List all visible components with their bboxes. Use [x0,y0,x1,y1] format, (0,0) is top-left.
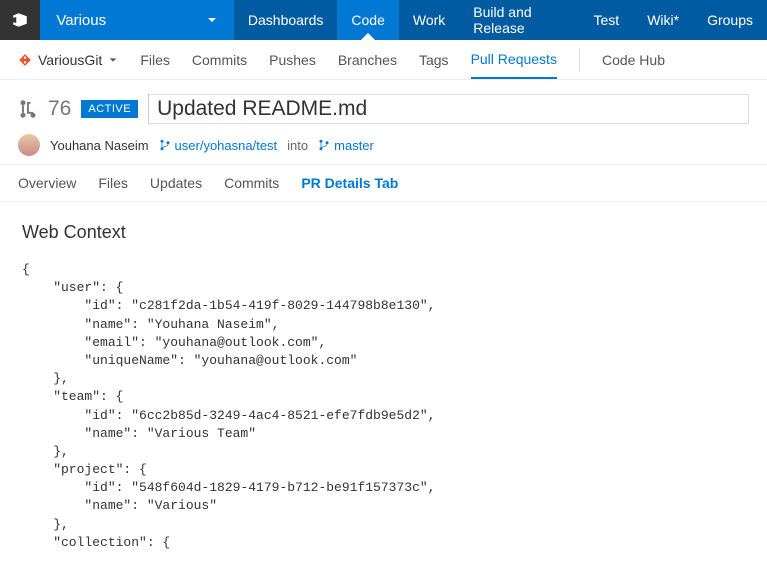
top-tab-groups[interactable]: Groups [693,0,767,40]
subnav-commits[interactable]: Commits [192,42,247,78]
subnav-pull-requests[interactable]: Pull Requests [471,41,557,79]
branch-icon [318,139,330,151]
web-context-json: { "user": { "id": "c281f2da-1b54-419f-80… [22,261,745,552]
project-name: Various [56,12,196,29]
top-tabs: DashboardsCodeWorkBuild and ReleaseTestW… [234,0,767,40]
pr-tabs: Overview Files Updates Commits PR Details Ta… [0,165,767,202]
avatar [18,134,40,156]
top-tab-code[interactable]: Code [337,0,398,40]
pr-header: 76 ACTIVE Updated README.md Youhana Nase… [0,80,767,165]
global-nav: Various DashboardsCodeWorkBuild and Rele… [0,0,767,40]
top-tab-build-and-release[interactable]: Build and Release [459,0,579,40]
code-hub-link[interactable]: Code Hub [602,42,665,78]
pr-tab-commits[interactable]: Commits [224,175,279,201]
pr-tab-files[interactable]: Files [98,175,128,201]
top-tab-test[interactable]: Test [580,0,634,40]
top-tab-dashboards[interactable]: Dashboards [234,0,338,40]
pr-tab-pr-details-tab[interactable]: PR Details Tab [301,175,398,201]
section-title: Web Context [22,222,745,243]
chevron-down-icon [108,55,118,65]
git-repo-icon [18,53,32,67]
pull-request-icon [18,99,38,119]
into-label: into [287,138,308,153]
subnav-pushes[interactable]: Pushes [269,42,316,78]
pr-details-panel: Web Context { "user": { "id": "c281f2da-… [0,202,767,572]
subnav-tags[interactable]: Tags [419,42,449,78]
repo-selector[interactable]: VariousGit [18,52,118,68]
subnav-files[interactable]: Files [140,42,170,78]
top-tab-work[interactable]: Work [399,0,459,40]
pr-status-badge: ACTIVE [81,100,138,118]
pr-title-row: 76 ACTIVE Updated README.md [18,94,749,124]
source-branch-name: user/yohasna/test [175,138,278,153]
pr-tab-updates[interactable]: Updates [150,175,202,201]
pr-title-input[interactable]: Updated README.md [148,94,749,124]
top-tab-wiki-[interactable]: Wiki* [633,0,693,40]
pr-id: 76 [48,97,71,121]
subnav-items: Files Commits Pushes Branches Tags Pull Reque… [140,41,557,78]
subnav-branches[interactable]: Branches [338,42,397,78]
vsts-logo-icon[interactable] [0,0,40,40]
repo-name: VariousGit [38,52,102,68]
pr-meta: Youhana Naseim user/yohasna/test into ma… [18,134,749,156]
project-selector[interactable]: Various [40,0,234,40]
branch-icon [159,139,171,151]
source-branch[interactable]: user/yohasna/test [159,138,278,153]
pr-tab-overview[interactable]: Overview [18,175,76,201]
divider [579,49,580,71]
target-branch-name: master [334,138,374,153]
pr-author[interactable]: Youhana Naseim [50,138,149,153]
repo-subnav: VariousGit Files Commits Pushes Branches Tag… [0,40,767,80]
target-branch[interactable]: master [318,138,374,153]
chevron-down-icon [206,14,218,26]
